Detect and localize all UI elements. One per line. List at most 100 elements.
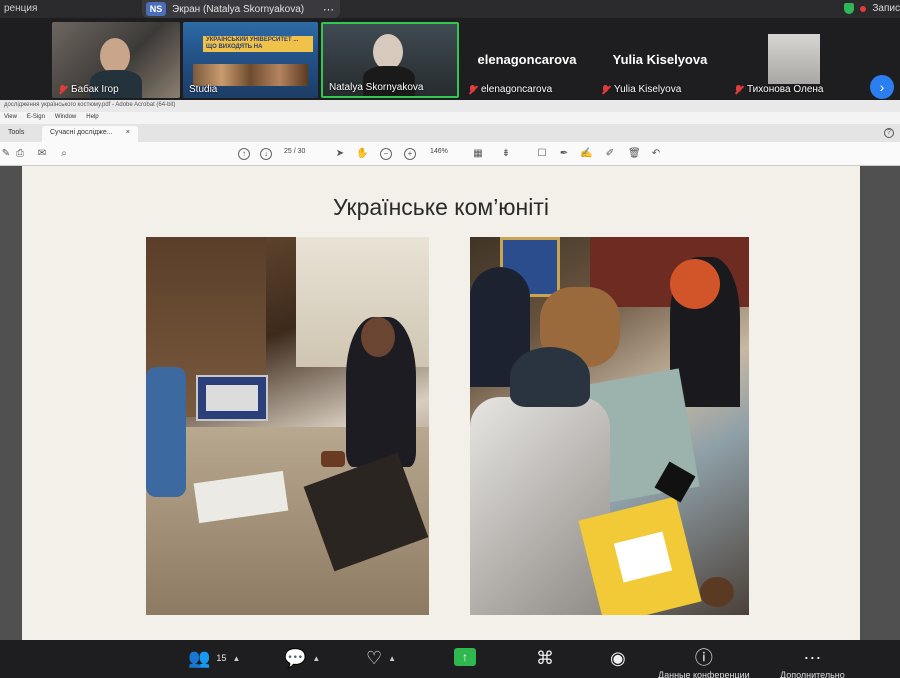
recording-status: Запис (844, 3, 900, 14)
participant-tile[interactable]: Yulia Kiselyova Yulia Kiselyova (595, 22, 725, 98)
recording-label: Запис (872, 3, 900, 14)
close-tab-icon[interactable]: × (126, 129, 130, 139)
participant-display-name: Yulia Kiselyova (612, 52, 708, 67)
participant-name: Бабак Ігор (71, 84, 119, 95)
acrobat-toolbar: ✎ ⎙ ✉ ⌕ ↑ ↓ 25 / 30 ➤ ✋ − + 146% ▦ ⇟ ☐ ✒… (0, 142, 900, 166)
participant-name: Natalya Skornyakova (329, 82, 424, 93)
select-cursor-icon[interactable]: ➤ (334, 148, 346, 160)
zoom-top-bar: ренция NS Экран (Natalya Skornyakova) ⋯ … (0, 0, 900, 18)
chat-button[interactable]: 💬 ▲ (284, 648, 320, 668)
page-separator: / (293, 148, 296, 155)
page-view-icon[interactable]: ▦ (472, 148, 484, 160)
tab-document[interactable]: Сучасні дослідже... × (42, 126, 138, 142)
edit-pencil-icon[interactable]: ✎ (0, 148, 12, 160)
slide-title: Українське ком’юніті (332, 194, 550, 220)
info-icon: ⓘ (694, 648, 713, 668)
recording-dot-icon (860, 5, 867, 12)
participant-tile[interactable]: УКРАЇНСЬКИЙ УНІВЕРСИТЕТ ... ЩО ВИХОДЯТЬ … (183, 22, 318, 98)
page-total: 30 (297, 148, 306, 155)
participant-video (100, 38, 130, 74)
sign-icon[interactable]: ✐ (604, 148, 616, 160)
acrobat-title-bar: дослідження українського костюму.pdf - A… (0, 100, 900, 112)
next-page-icon[interactable]: ↓ (260, 148, 272, 160)
more-button[interactable]: ⋯ Дополнительно (780, 648, 845, 678)
share-screen-icon: ↑ (454, 648, 476, 666)
tab-document-label: Сучасні дослідже... (50, 129, 113, 136)
participant-display-name: elenagoncarova (477, 52, 577, 67)
participant-name: Yulia Kiselyova (614, 84, 682, 95)
photo-embroidery-group (470, 237, 749, 615)
participants-count: 15 (216, 653, 227, 663)
email-icon[interactable]: ✉ (36, 148, 48, 160)
participant-name: Тихонова Олена (747, 84, 824, 95)
page-indicator[interactable]: 25 / 30 (284, 148, 305, 155)
security-shield-icon[interactable] (844, 3, 855, 14)
zoom-out-icon[interactable]: − (380, 148, 392, 160)
participant-avatar (768, 34, 820, 84)
search-icon[interactable]: ⌕ (58, 148, 70, 160)
meeting-info-button[interactable]: ⓘ Данные конференции (658, 648, 750, 678)
participant-tile[interactable]: Тихонова Олена (728, 22, 858, 98)
apps-button[interactable]: ⌘ (536, 648, 554, 668)
share-screen-button[interactable]: ↑ (454, 648, 476, 666)
share-label: Экран (Natalya Skornyakova) (172, 3, 305, 15)
slide-page: Українське ком’юніті (22, 166, 860, 640)
participant-name: elenagoncarova (481, 84, 553, 95)
scroll-mode-icon[interactable]: ⇟ (500, 148, 512, 160)
previous-page-icon[interactable]: ↑ (238, 148, 250, 160)
menu-view[interactable]: View (4, 114, 17, 122)
participants-button[interactable]: 👥 15 ▲ (188, 648, 240, 668)
participant-video (193, 64, 308, 86)
participant-strip: Бабак Ігор УКРАЇНСЬКИЙ УНІВЕРСИТЕТ ... Щ… (0, 20, 900, 100)
participant-name: Studia (189, 84, 218, 95)
next-page-chevron-icon[interactable]: › (870, 75, 894, 99)
caret-up-icon[interactable]: ▲ (388, 654, 396, 663)
help-icon[interactable]: ? (884, 128, 894, 138)
more-label: Дополнительно (780, 670, 845, 678)
participant-tile-active[interactable]: Natalya Skornyakova (321, 22, 459, 98)
menu-help[interactable]: Help (86, 114, 98, 122)
zoom-in-icon[interactable]: + (404, 148, 416, 160)
page-current[interactable]: 25 (284, 148, 292, 155)
hand-tool-icon[interactable]: ✋ (356, 148, 368, 160)
mic-muted-icon (601, 84, 610, 95)
mic-muted-icon (468, 84, 477, 95)
record-button[interactable]: ◉ (610, 648, 626, 668)
screen: ренция NS Экран (Natalya Skornyakova) ⋯ … (0, 0, 900, 678)
highlight-pen-icon[interactable]: ✒ (558, 148, 570, 160)
zoom-control-bar: 👥 15 ▲ 💬 ▲ ♡ ▲ ↑ ⌘ ◉ ⓘ Данные конференци… (0, 640, 900, 678)
participants-icon: 👥 (188, 648, 211, 668)
sharer-badge: NS (146, 2, 166, 16)
screen-share-indicator[interactable]: NS Экран (Natalya Skornyakova) ⋯ (142, 0, 340, 18)
reactions-button[interactable]: ♡ ▲ (366, 648, 396, 668)
studio-banner: УКРАЇНСЬКИЙ УНІВЕРСИТЕТ ... ЩО ВИХОДЯТЬ … (203, 36, 313, 52)
delete-icon[interactable]: 🗑 (628, 148, 641, 160)
acrobat-window: дослідження українського костюму.pdf - A… (0, 100, 900, 640)
acrobat-menu-bar: View E-Sign Window Help (0, 112, 900, 124)
meeting-info-label: Данные конференции (658, 670, 750, 678)
comment-icon[interactable]: ☐ (536, 148, 548, 160)
record-icon: ◉ (610, 648, 626, 668)
participant-tile[interactable]: elenagoncarova elenagoncarova (462, 22, 592, 98)
zoom-level[interactable]: 146% (430, 148, 448, 155)
caret-up-icon[interactable]: ▲ (232, 654, 240, 663)
mic-muted-icon (734, 84, 743, 95)
more-options-icon[interactable]: ⋯ (323, 3, 334, 16)
menu-esign[interactable]: E-Sign (27, 114, 45, 122)
photo-workshop-laptop (146, 237, 429, 615)
document-viewport[interactable]: Українське ком’юніті (0, 166, 900, 640)
draw-icon[interactable]: ✍ (580, 148, 592, 160)
undo-icon[interactable]: ↶ (650, 148, 662, 160)
participant-video (373, 34, 403, 70)
more-icon: ⋯ (803, 648, 822, 668)
apps-icon: ⌘ (536, 648, 554, 668)
mic-muted-icon (58, 84, 67, 95)
acrobat-tabs: Tools Сучасні дослідже... × ? (0, 124, 900, 142)
participant-tile[interactable]: Бабак Ігор (52, 22, 180, 98)
menu-window[interactable]: Window (55, 114, 76, 122)
tab-tools[interactable]: Tools (0, 126, 42, 142)
caret-up-icon[interactable]: ▲ (312, 654, 320, 663)
print-icon[interactable]: ⎙ (14, 148, 26, 160)
chat-icon: 💬 (284, 648, 307, 668)
reactions-icon: ♡ (366, 648, 383, 668)
